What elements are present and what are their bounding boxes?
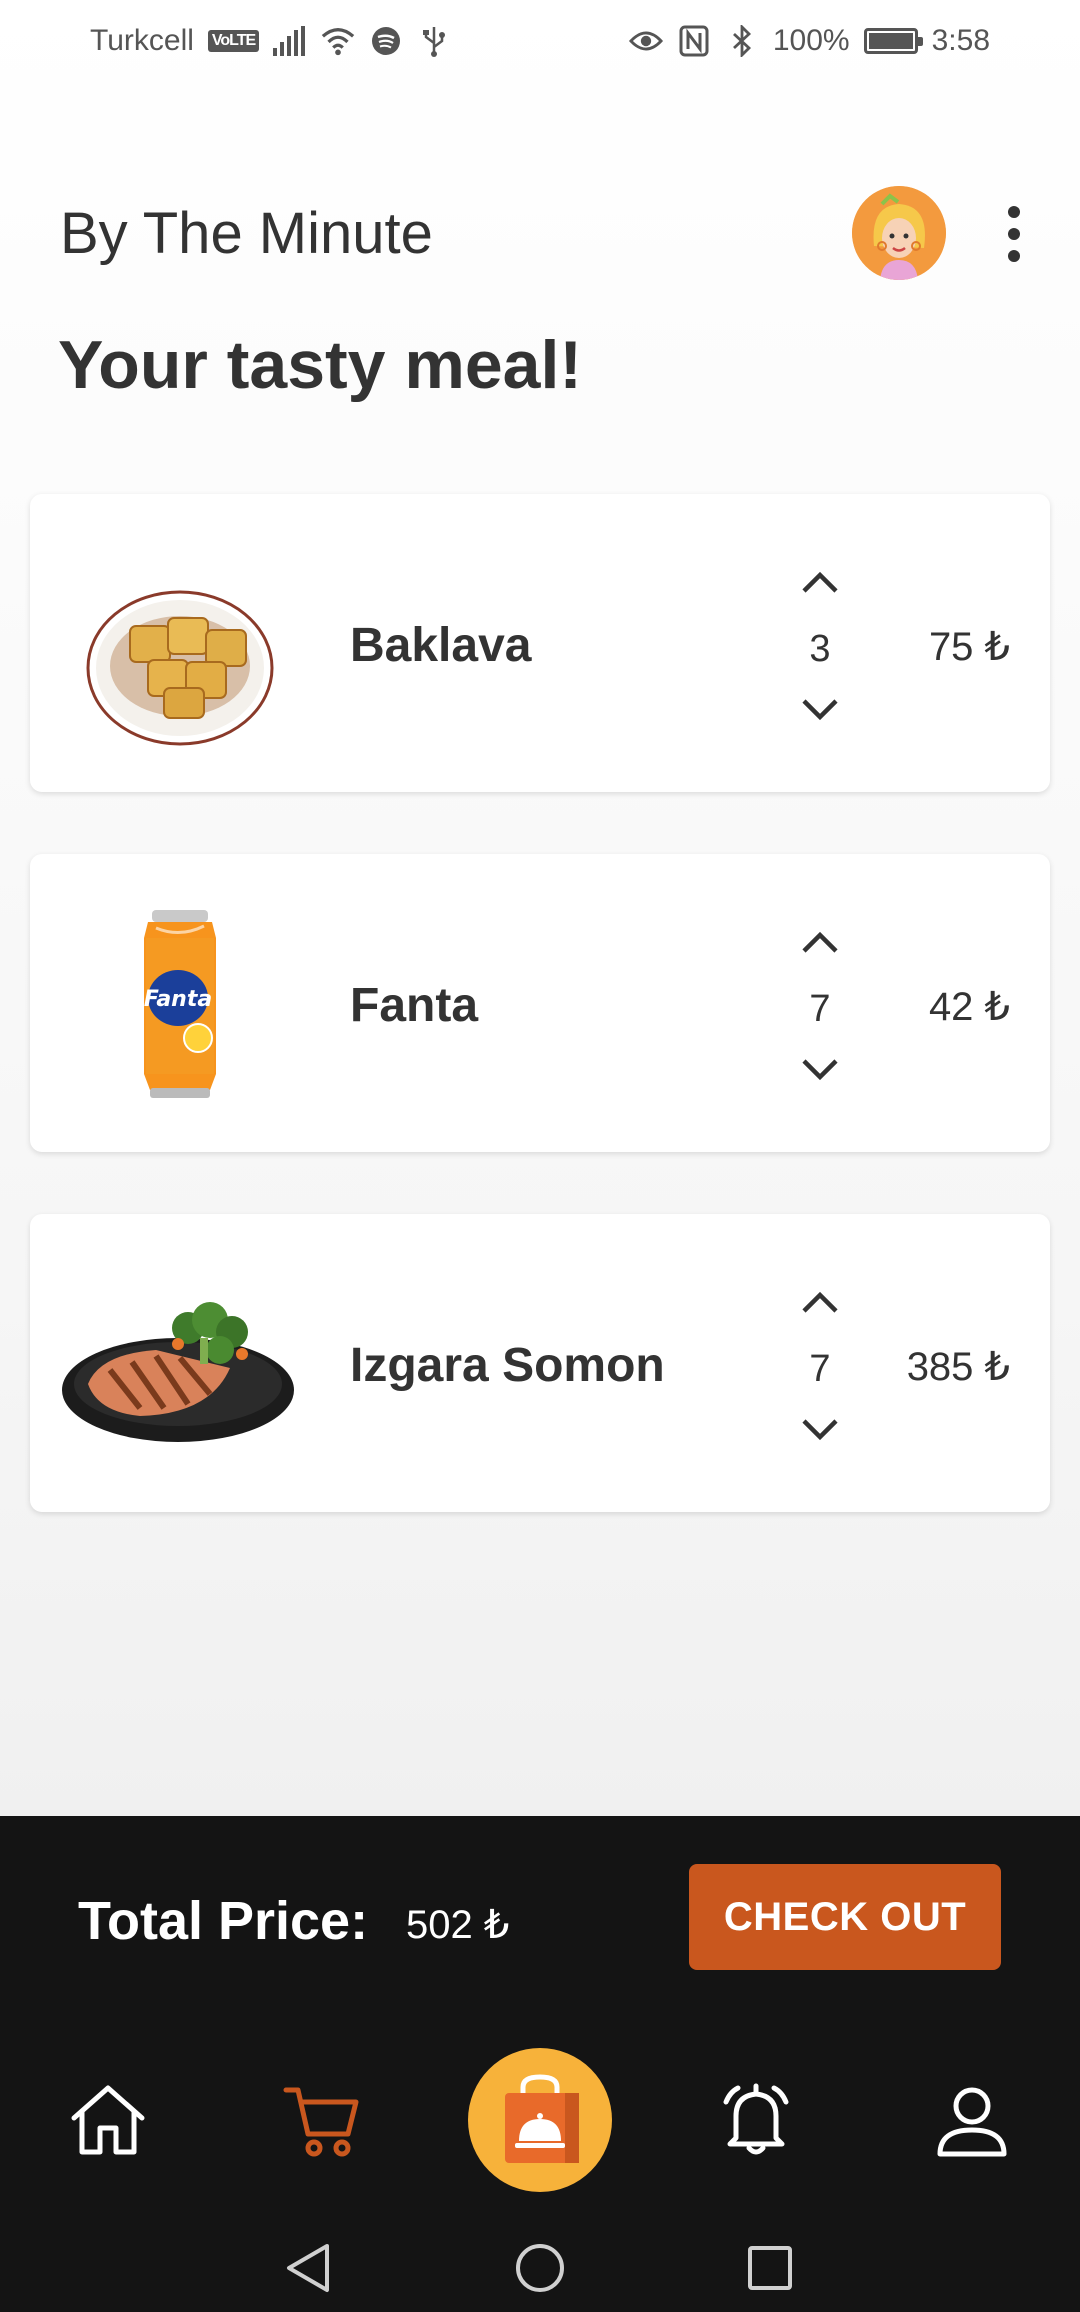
quantity-increase-button[interactable]: [792, 922, 848, 962]
quantity-value: 3: [809, 628, 831, 670]
wifi-icon: [321, 24, 355, 58]
chevron-down-icon: [802, 699, 838, 721]
system-recents-button[interactable]: [740, 2238, 800, 2298]
battery-percent: 100%: [772, 24, 850, 57]
usb-icon: [417, 24, 451, 58]
kebab-dot: [1008, 206, 1020, 218]
nav-cart[interactable]: [272, 2070, 372, 2170]
quantity-value: 7: [809, 1348, 831, 1390]
item-price: 75 ₺: [928, 625, 1010, 669]
cart-item: Fanta Fanta 7 42 ₺: [30, 854, 1050, 1152]
clock: 3:58: [931, 24, 990, 57]
nfc-icon: [677, 24, 711, 58]
system-home-button[interactable]: [510, 2238, 570, 2298]
bluetooth-icon: [725, 24, 759, 58]
chevron-up-icon: [802, 571, 838, 593]
quantity-value: 7: [809, 988, 831, 1030]
quantity-increase-button[interactable]: [792, 1282, 848, 1322]
bell-icon: [723, 2083, 789, 2155]
home-icon: [71, 2085, 145, 2155]
fanta-image: Fanta: [60, 898, 300, 1108]
chevron-up-icon: [802, 931, 838, 953]
item-price: 42 ₺: [928, 985, 1010, 1029]
back-triangle-icon: [287, 2244, 329, 2292]
item-name: Izgara Somon: [350, 1339, 665, 1392]
system-back-button[interactable]: [278, 2238, 338, 2298]
recents-square-icon: [748, 2246, 792, 2290]
nav-notifications[interactable]: [706, 2070, 806, 2170]
page-heading: Your tasty meal!: [58, 327, 583, 403]
nav-home[interactable]: [58, 2070, 158, 2170]
more-options-icon[interactable]: [996, 206, 1032, 262]
chevron-down-icon: [802, 1419, 838, 1441]
cart-icon: [283, 2087, 359, 2157]
item-price: 385 ₺: [906, 1345, 1010, 1389]
carrier-name: Turkcell: [90, 24, 194, 57]
cart-item: Baklava 3 75 ₺: [30, 494, 1050, 792]
avatar-illustration-icon: [852, 186, 946, 280]
kebab-dot: [1008, 228, 1020, 240]
quantity-decrease-button[interactable]: [792, 1050, 848, 1090]
spotify-icon: [369, 24, 403, 58]
total-price-value: 502 ₺: [406, 1903, 510, 1947]
bottom-panel: Total Price: 502 ₺ CHECK OUT: [0, 1816, 1080, 2312]
user-icon: [937, 2087, 1007, 2157]
chevron-down-icon: [802, 1059, 838, 1081]
battery-icon: [863, 28, 923, 54]
cart-item: Izgara Somon 7 385 ₺: [30, 1214, 1050, 1512]
quantity-decrease-button[interactable]: [792, 690, 848, 730]
app-title: By The Minute: [60, 201, 433, 266]
nav-profile[interactable]: [922, 2070, 1022, 2170]
item-name: Fanta: [350, 979, 479, 1032]
checkout-button[interactable]: CHECK OUT: [689, 1864, 1001, 1970]
kebab-dot: [1008, 250, 1020, 262]
status-left: Turkcell VoLTE: [90, 24, 451, 58]
bottom-nav: [0, 2030, 1080, 2210]
status-bar: Turkcell VoLTE 100% 3:58: [0, 0, 1080, 82]
avatar[interactable]: [852, 186, 946, 280]
status-right: 100% 3:58: [628, 24, 990, 58]
home-circle-icon: [516, 2244, 564, 2292]
grilled-salmon-image: [60, 1258, 300, 1468]
nav-order-button[interactable]: [468, 2048, 612, 2192]
food-bag-icon: [505, 2074, 579, 2163]
baklava-image: [60, 538, 300, 748]
total-price-label: Total Price:: [78, 1891, 369, 1951]
volte-badge: VoLTE: [207, 30, 260, 52]
eye-icon: [628, 24, 663, 58]
cart-list: Baklava 3 75 ₺ Fanta Fanta 7 42 ₺ Izgara…: [30, 494, 1050, 1574]
quantity-increase-button[interactable]: [792, 562, 848, 602]
signal-icon: [273, 24, 307, 58]
system-navigation-bar: [0, 2218, 1080, 2312]
item-name: Baklava: [350, 619, 532, 672]
chevron-up-icon: [802, 1291, 838, 1313]
quantity-decrease-button[interactable]: [792, 1410, 848, 1450]
svg-text:Fanta: Fanta: [144, 987, 212, 1012]
